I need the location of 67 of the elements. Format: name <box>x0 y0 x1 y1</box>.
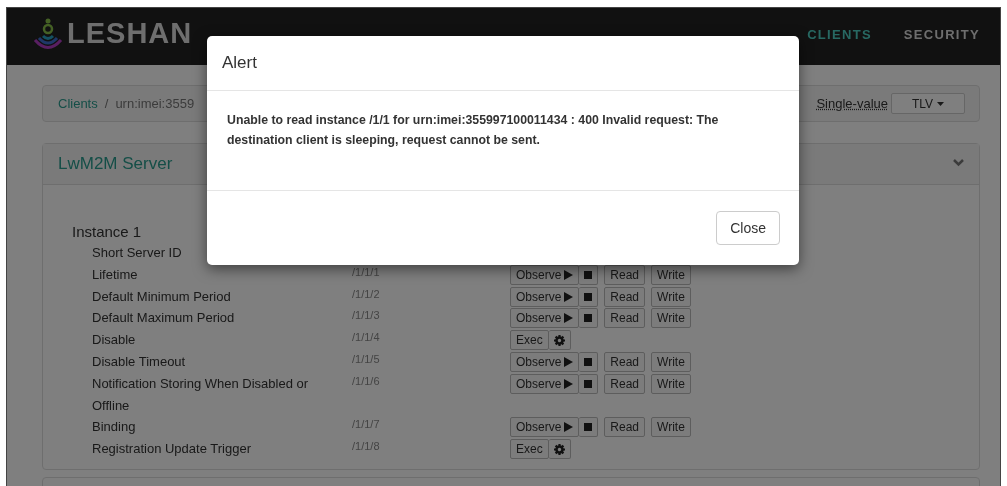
read-button[interactable]: Read <box>604 264 646 285</box>
error-message: Unable to read instance /1/1 for urn:imei:355997100011434 : 400 Invalid request: The destination client is sleeping, request cannot be sent. <box>227 112 720 149</box>
resource-name: Default Maximum Period <box>91 309 236 328</box>
resource-name: Disable <box>91 331 137 350</box>
read-button[interactable]: Read <box>604 373 646 394</box>
play-icon <box>564 378 574 389</box>
instance-title: Instance 1 <box>72 222 142 242</box>
logo-icon <box>33 16 63 51</box>
brand-name[interactable]: LESHAN <box>67 17 193 50</box>
observe-button[interactable]: Observe <box>510 308 580 329</box>
resource-path: /1/1/7 <box>352 418 380 431</box>
write-button[interactable]: Write <box>651 308 691 329</box>
breadcrumb-link[interactable]: Clients <box>58 96 98 111</box>
observe-button[interactable]: Observe <box>510 286 580 307</box>
write-button[interactable]: Write <box>651 352 691 372</box>
read-button[interactable]: Read <box>604 286 646 307</box>
dialog-title: Alert <box>222 53 257 73</box>
read-button[interactable]: Read <box>604 352 646 372</box>
play-icon <box>564 269 574 280</box>
stop-icon <box>584 379 593 388</box>
resource-name: Registration Update Trigger <box>91 440 252 459</box>
panel-title: LwM2M Server <box>58 154 173 174</box>
resource-path: /1/1/6 <box>352 374 380 387</box>
write-button[interactable]: Write <box>651 417 691 438</box>
breadcrumb-item: urn:imei:3559 <box>115 96 195 111</box>
observe-button[interactable]: Observe <box>510 417 580 438</box>
play-icon <box>564 357 574 367</box>
nav-link[interactable]: SECURITY <box>903 27 980 42</box>
resource-path: /1/1/4 <box>352 331 380 344</box>
exec-button[interactable]: Exec <box>510 330 549 351</box>
observe-button[interactable]: Observe <box>510 264 580 285</box>
resource-path: /1/1/8 <box>352 440 380 453</box>
resource-path: /1/1/2 <box>352 287 380 300</box>
read-button[interactable]: Read <box>604 308 646 329</box>
stop-icon <box>584 270 593 279</box>
play-icon <box>564 291 574 302</box>
write-button[interactable]: Write <box>651 264 691 285</box>
stop-icon <box>584 292 593 301</box>
caret-icon <box>937 101 945 106</box>
format-dropdown[interactable]: TLV <box>891 93 965 114</box>
resource-name: Default Minimum Period <box>91 287 232 306</box>
write-button[interactable]: Write <box>651 373 691 394</box>
resource-path: /1/1/5 <box>352 353 380 365</box>
observe-button[interactable]: Observe <box>510 373 580 394</box>
resource-name: Binding <box>91 418 137 437</box>
exec-button[interactable]: Exec <box>510 439 549 460</box>
single-value-link[interactable]: Single-value <box>816 96 888 111</box>
resource-name: Short Server ID <box>91 244 183 262</box>
exec-options-button[interactable] <box>548 330 571 351</box>
stop-icon <box>584 314 593 323</box>
nav-link[interactable]: CLIENTS <box>807 27 872 42</box>
resource-name: Disable Timeout <box>91 353 187 371</box>
gear-icon <box>553 334 565 346</box>
write-button[interactable]: Write <box>651 286 691 307</box>
read-button[interactable]: Read <box>604 417 646 438</box>
play-icon <box>564 313 574 324</box>
stop-icon <box>584 358 593 366</box>
resource-path: /1/1/3 <box>352 309 380 322</box>
stop-icon <box>584 423 593 432</box>
resource-name: Lifetime <box>91 265 139 284</box>
play-icon <box>564 422 574 433</box>
resource-name: Notification Storing When Disabled or Offline <box>91 374 310 415</box>
close-button[interactable]: Close <box>716 211 780 245</box>
exec-options-button[interactable] <box>548 439 571 460</box>
gear-icon <box>553 443 565 455</box>
observe-button[interactable]: Observe <box>510 352 580 372</box>
breadcrumb-separator: / <box>104 96 109 111</box>
